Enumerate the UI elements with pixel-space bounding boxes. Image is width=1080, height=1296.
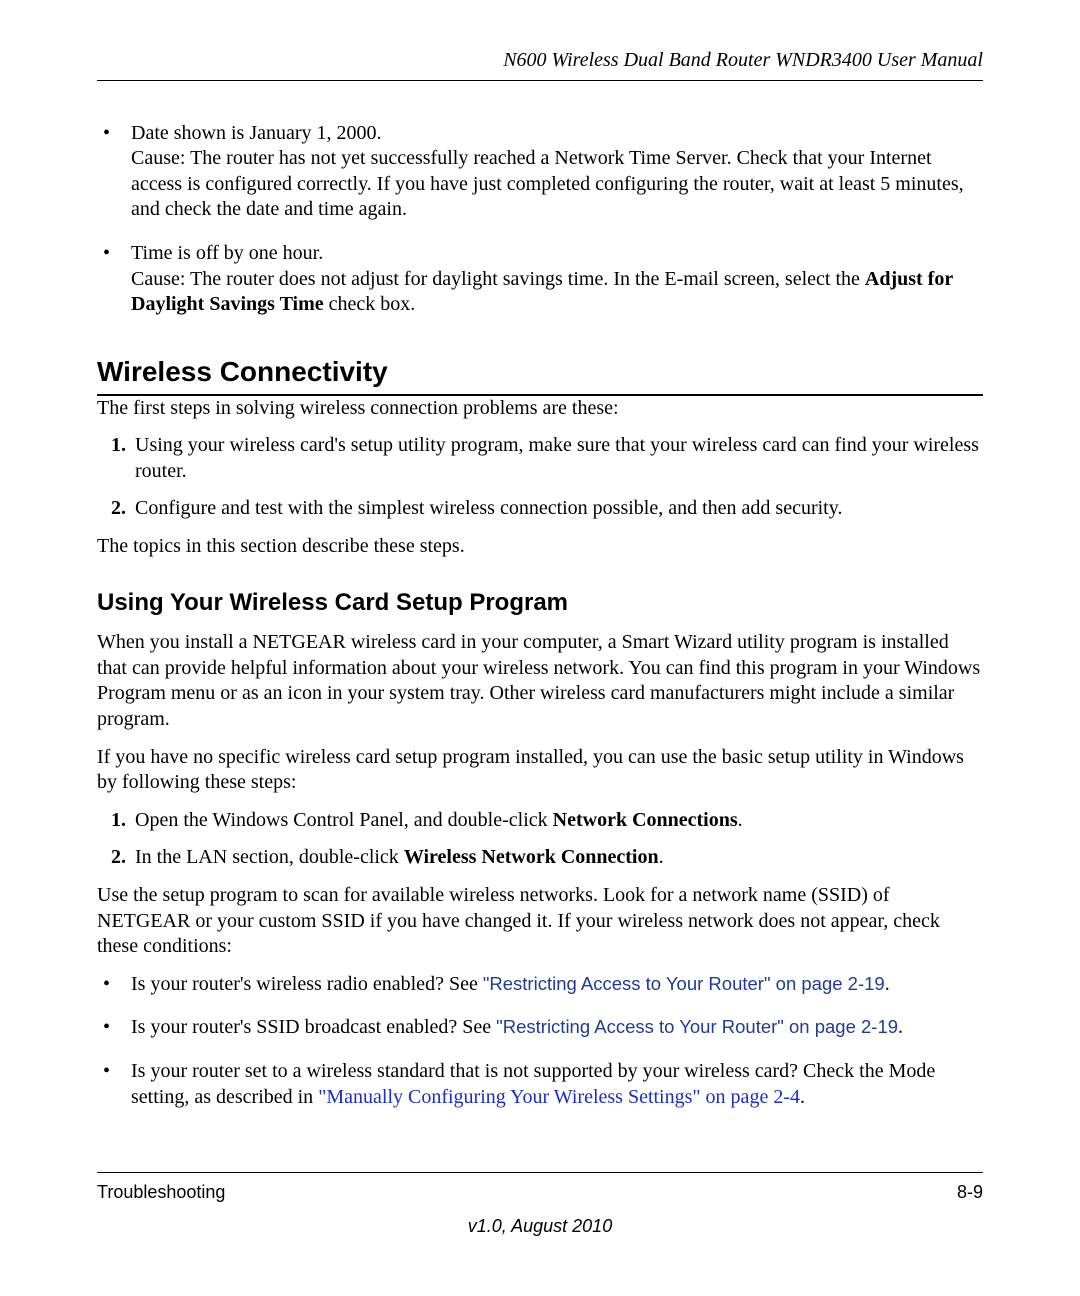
list-item: Configure and test with the simplest wir… — [131, 496, 983, 522]
item-title: Date shown is January 1, 2000. — [131, 122, 382, 144]
footer-version: v1.0, August 2010 — [0, 1215, 1080, 1238]
conditions-list: Is your router's wireless radio enabled?… — [97, 972, 983, 1110]
subsection-p3: Use the setup program to scan for availa… — [97, 883, 983, 960]
running-header: N600 Wireless Dual Band Router WNDR3400 … — [97, 48, 983, 81]
step-pre: Open the Windows Control Panel, and doub… — [135, 809, 553, 831]
cond-pre: Is your router's SSID broadcast enabled?… — [131, 1016, 496, 1038]
subsection-p1: When you install a NETGEAR wireless card… — [97, 630, 983, 732]
list-item: Using your wireless card's setup utility… — [131, 433, 983, 484]
step-bold: Network Connections — [553, 809, 738, 831]
footer-page-number: 8-9 — [957, 1181, 983, 1204]
time-issues-list: Date shown is January 1, 2000. Cause: Th… — [97, 121, 983, 318]
list-item: Time is off by one hour. Cause: The rout… — [97, 241, 983, 318]
list-item: Is your router's wireless radio enabled?… — [97, 972, 983, 998]
footer-section-label: Troubleshooting — [97, 1181, 225, 1204]
page-footer: Troubleshooting 8-9 — [97, 1172, 983, 1204]
item-cause: Cause: The router has not yet successful… — [131, 147, 964, 220]
section-intro: The first steps in solving wireless conn… — [97, 396, 983, 422]
cond-post: . — [800, 1086, 805, 1108]
list-item: Is your router set to a wireless standar… — [97, 1059, 983, 1110]
subsection-heading: Using Your Wireless Card Setup Program — [97, 588, 983, 619]
section-outro: The topics in this section describe thes… — [97, 534, 983, 560]
cross-reference-link[interactable]: "Manually Configuring Your Wireless Sett… — [318, 1086, 800, 1108]
item-title: Time is off by one hour. — [131, 242, 323, 264]
list-item: In the LAN section, double-click Wireles… — [131, 845, 983, 871]
cond-post: . — [898, 1016, 903, 1038]
list-item: Date shown is January 1, 2000. Cause: Th… — [97, 121, 983, 223]
subsection-p2: If you have no specific wireless card se… — [97, 745, 983, 796]
step-pre: In the LAN section, double-click — [135, 846, 404, 868]
step-post: . — [659, 846, 664, 868]
item-cause-pre: Cause: The router does not adjust for da… — [131, 268, 865, 290]
cross-reference-link[interactable]: "Restricting Access to Your Router" on p… — [496, 1016, 898, 1037]
win-steps-list: Open the Windows Control Panel, and doub… — [97, 808, 983, 871]
step-post: . — [738, 809, 743, 831]
step-bold: Wireless Network Connection — [404, 846, 659, 868]
item-cause-post: check box. — [324, 293, 416, 315]
list-item: Open the Windows Control Panel, and doub… — [131, 808, 983, 834]
cond-post: . — [885, 973, 890, 995]
document-page: N600 Wireless Dual Band Router WNDR3400 … — [0, 0, 1080, 1296]
list-item: Is your router's SSID broadcast enabled?… — [97, 1015, 983, 1041]
cross-reference-link[interactable]: "Restricting Access to Your Router" on p… — [483, 973, 885, 994]
cond-pre: Is your router's wireless radio enabled?… — [131, 973, 483, 995]
first-steps-list: Using your wireless card's setup utility… — [97, 433, 983, 522]
section-heading: Wireless Connectivity — [97, 354, 983, 396]
